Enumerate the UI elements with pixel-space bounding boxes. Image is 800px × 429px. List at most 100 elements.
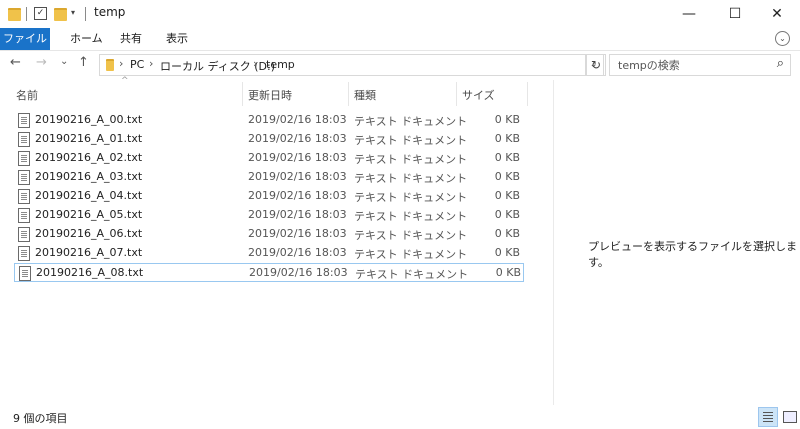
file-date: 2019/02/16 18:03 (248, 132, 347, 145)
window-title: temp (94, 5, 126, 19)
details-view-button[interactable] (758, 407, 778, 427)
search-box[interactable]: ⌕ (609, 54, 791, 76)
large-icons-view-button[interactable] (780, 408, 798, 425)
file-name: 20190216_A_01.txt (35, 132, 143, 145)
column-header-type[interactable]: 種類 (354, 87, 376, 103)
file-row[interactable]: 20190216_A_05.txt 2019/02/16 18:03 テキスト … (14, 206, 524, 224)
file-date: 2019/02/16 18:03 (248, 208, 347, 221)
ribbon-expand-icon[interactable]: ⌄ (775, 31, 790, 46)
file-date: 2019/02/16 18:03 (248, 246, 347, 259)
recent-locations-icon[interactable]: ⌄ (60, 56, 68, 67)
file-name: 20190216_A_00.txt (35, 113, 143, 126)
column-header-size[interactable]: サイズ (462, 87, 495, 103)
toolbar-separator (26, 7, 27, 21)
file-date: 2019/02/16 18:03 (248, 189, 347, 202)
file-row[interactable]: 20190216_A_04.txt 2019/02/16 18:03 テキスト … (14, 187, 524, 205)
ribbon-tabs: ファイル ホーム 共有 表示 ⌄ (0, 28, 800, 51)
file-date: 2019/02/16 18:03 (248, 227, 347, 240)
maximize-button[interactable]: ☐ (712, 0, 758, 28)
search-input[interactable] (616, 55, 770, 75)
text-file-icon (19, 266, 31, 281)
file-date: 2019/02/16 18:03 (248, 170, 347, 183)
tab-file[interactable]: ファイル (0, 28, 50, 50)
address-bar[interactable]: › PC › ローカル ディスク (D:) › temp (99, 54, 586, 76)
file-row-selected[interactable]: 20190216_A_08.txt 2019/02/16 18:03 テキスト … (14, 263, 524, 282)
new-folder-icon[interactable] (54, 8, 67, 21)
properties-check-icon[interactable]: ✓ (34, 7, 47, 20)
text-file-icon (18, 132, 30, 147)
file-size: 0 KB (495, 266, 521, 279)
file-size: 0 KB (494, 208, 520, 221)
column-divider[interactable] (527, 82, 528, 106)
file-name: 20190216_A_07.txt (35, 246, 143, 259)
file-size: 0 KB (494, 151, 520, 164)
file-name: 20190216_A_08.txt (36, 266, 144, 279)
search-icon[interactable]: ⌕ (777, 56, 784, 71)
file-name: 20190216_A_06.txt (35, 227, 143, 240)
tab-share[interactable]: 共有 (110, 28, 152, 50)
file-row[interactable]: 20190216_A_02.txt 2019/02/16 18:03 テキスト … (14, 149, 524, 167)
file-row[interactable]: 20190216_A_00.txt 2019/02/16 18:03 テキスト … (14, 111, 524, 129)
breadcrumb-local-disk[interactable]: ローカル ディスク (D:) (160, 58, 275, 74)
preview-message: プレビューを表示するファイルを選択します。 (588, 240, 797, 269)
file-size: 0 KB (494, 246, 520, 259)
breadcrumb-separator-icon: › (149, 57, 154, 70)
file-date: 2019/02/16 18:03 (248, 151, 347, 164)
title-bar: ✓ ▾ temp — ☐ ✕ (0, 0, 800, 28)
column-divider[interactable] (456, 82, 457, 106)
file-size: 0 KB (494, 189, 520, 202)
file-row[interactable]: 20190216_A_01.txt 2019/02/16 18:03 テキスト … (14, 130, 524, 148)
text-file-icon (18, 227, 30, 242)
quick-access-dropdown-icon[interactable]: ▾ (71, 8, 75, 17)
address-row: ← → ⌄ ↑ › PC › ローカル ディスク (D:) › temp ⌄ ↻… (0, 51, 800, 78)
file-date: 2019/02/16 18:03 (248, 113, 347, 126)
file-type: テキスト ドキュメント (354, 115, 468, 128)
file-size: 0 KB (494, 170, 520, 183)
file-type: テキスト ドキュメント (354, 153, 468, 166)
file-name: 20190216_A_05.txt (35, 208, 143, 221)
column-header-name[interactable]: 名前 (16, 87, 38, 103)
tab-home[interactable]: ホーム (60, 28, 113, 50)
file-type: テキスト ドキュメント (354, 210, 468, 223)
toolbar-separator (85, 7, 86, 21)
forward-arrow-icon[interactable]: → (36, 55, 47, 70)
up-arrow-icon[interactable]: ↑ (78, 55, 89, 70)
text-file-icon (18, 189, 30, 204)
refresh-button[interactable]: ↻ (586, 54, 606, 76)
file-size: 0 KB (494, 227, 520, 240)
text-file-icon (18, 208, 30, 223)
folder-icon (8, 8, 21, 21)
breadcrumb-separator-icon: › (119, 57, 124, 70)
minimize-button[interactable]: — (666, 0, 712, 28)
column-header-date[interactable]: 更新日時 (248, 87, 292, 103)
file-name: 20190216_A_04.txt (35, 189, 143, 202)
breadcrumb-temp[interactable]: temp (266, 58, 295, 71)
tab-view[interactable]: 表示 (156, 28, 198, 50)
file-type: テキスト ドキュメント (354, 134, 468, 147)
file-type: テキスト ドキュメント (354, 229, 468, 242)
file-name: 20190216_A_02.txt (35, 151, 143, 164)
column-divider[interactable] (242, 82, 243, 106)
column-header-row: 名前 更新日時 種類 サイズ (0, 80, 528, 106)
status-item-count: 9 個の項目 (13, 412, 68, 425)
file-row[interactable]: 20190216_A_07.txt 2019/02/16 18:03 テキスト … (14, 244, 524, 262)
file-date: 2019/02/16 18:03 (249, 266, 348, 279)
breadcrumb-separator-icon: › (253, 57, 258, 70)
back-arrow-icon[interactable]: ← (10, 55, 21, 70)
preview-pane-divider[interactable] (553, 80, 554, 405)
text-file-icon (18, 113, 30, 128)
close-button[interactable]: ✕ (754, 0, 800, 28)
text-file-icon (18, 246, 30, 261)
file-size: 0 KB (494, 132, 520, 145)
file-size: 0 KB (494, 113, 520, 126)
file-row[interactable]: 20190216_A_03.txt 2019/02/16 18:03 テキスト … (14, 168, 524, 186)
folder-icon (106, 59, 114, 71)
file-row[interactable]: 20190216_A_06.txt 2019/02/16 18:03 テキスト … (14, 225, 524, 243)
column-divider[interactable] (348, 82, 349, 106)
text-file-icon (18, 151, 30, 166)
file-type: テキスト ドキュメント (354, 248, 468, 261)
breadcrumb-pc[interactable]: PC (130, 58, 144, 71)
file-type: テキスト ドキュメント (354, 172, 468, 185)
text-file-icon (18, 170, 30, 185)
file-type: テキスト ドキュメント (355, 268, 469, 281)
